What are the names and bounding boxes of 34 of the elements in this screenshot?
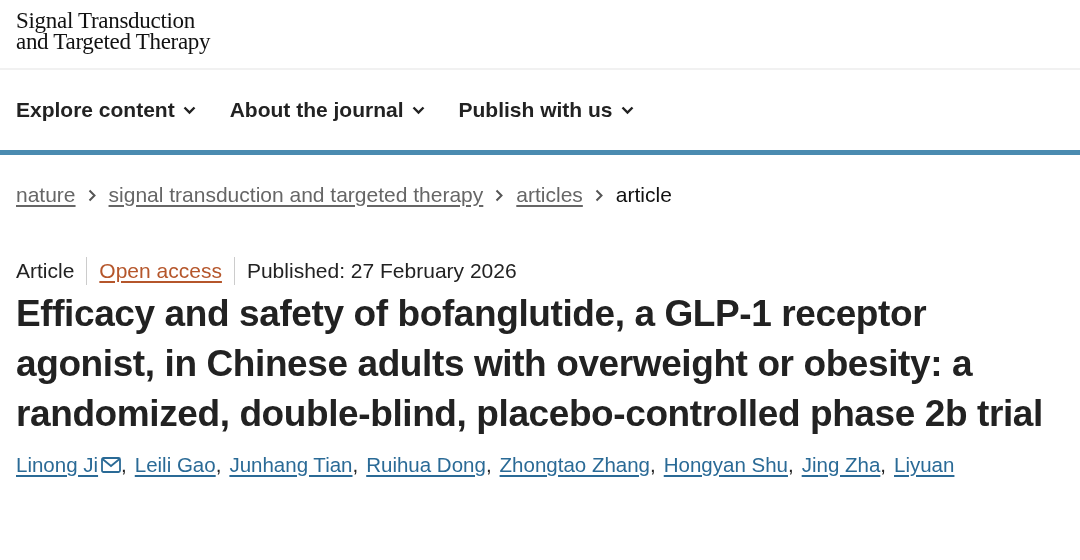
chevron-down-icon <box>411 105 425 115</box>
comma-separator: , <box>787 453 794 477</box>
author-link[interactable]: Liyuan <box>894 453 955 477</box>
breadcrumb-link[interactable]: nature <box>16 183 76 207</box>
nav-menu-item[interactable]: Publish with us <box>458 98 634 122</box>
chevron-right-icon <box>495 188 505 202</box>
comma-separator: , <box>121 453 127 477</box>
nav-menu-item[interactable]: Explore content <box>16 98 196 122</box>
breadcrumb-link[interactable]: signal transduction and targeted therapy <box>108 183 484 207</box>
mail-icon <box>101 457 122 473</box>
comma-separator: , <box>215 453 222 477</box>
author-link[interactable]: Hongyan Shu <box>663 453 788 477</box>
article-type: Article <box>16 259 75 283</box>
author-link[interactable]: Jing Zha <box>801 453 881 477</box>
open-access-link[interactable]: Open access <box>99 259 222 283</box>
journal-logo[interactable]: Signal Transduction and Targeted Therapy <box>16 10 211 52</box>
chevron-down-icon <box>182 105 196 115</box>
article-title: Efficacy and safety of bofanglutide, a GLP-1 receptor agonist, in Chinese adults with overweight or obesity: a randomized, double-blind, placebo-controlled phase 2b trial <box>15 292 1044 436</box>
breadcrumb-link[interactable]: articles <box>516 183 583 207</box>
author-link[interactable]: Junhang Tian <box>229 453 353 477</box>
chevron-right-icon <box>87 188 97 202</box>
breadcrumb-current[interactable]: article <box>615 183 672 207</box>
author-link[interactable]: Leili Gao <box>134 453 216 477</box>
comma-separator: , <box>485 453 492 477</box>
comma-separator: , <box>880 453 886 477</box>
author-link[interactable]: Ruihua Dong <box>366 453 486 477</box>
author-link[interactable]: Zhongtao Zhang <box>499 453 651 477</box>
chevron-down-icon <box>620 105 634 115</box>
author-link[interactable]: Linong Ji <box>16 453 122 477</box>
comma-separator: , <box>352 453 359 477</box>
nav-menu-item[interactable]: About the journal <box>229 98 425 122</box>
published-date: Published: 27 February 2026 <box>246 259 517 283</box>
comma-separator: , <box>650 453 656 477</box>
chevron-right-icon <box>594 188 604 202</box>
